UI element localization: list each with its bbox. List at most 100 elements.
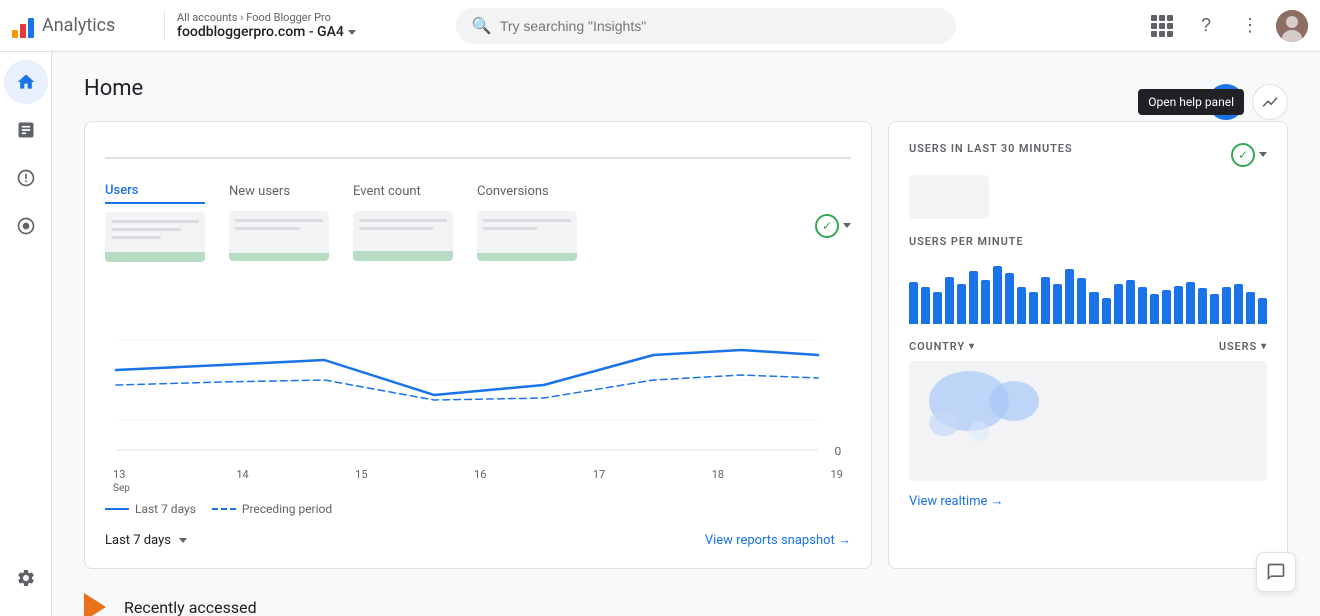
bar [1089, 292, 1098, 324]
bar [1114, 284, 1123, 324]
bar [1005, 273, 1014, 324]
country-dropdown-icon: ▾ [969, 341, 975, 352]
view-reports-link[interactable]: View reports snapshot → [705, 532, 851, 548]
metric-new-users-thumb [229, 211, 329, 261]
logo-icon [12, 14, 34, 38]
bar [993, 266, 1002, 324]
line-chart: 0 [105, 300, 851, 460]
svg-text:0: 0 [835, 445, 842, 458]
search-bar[interactable]: 🔍 [456, 8, 956, 44]
bar-chart [909, 260, 1267, 324]
bar [1065, 269, 1074, 324]
realtime-check-dropdown[interactable]: ✓ [1231, 143, 1267, 167]
realtime-card: USERS IN LAST 30 MINUTES ✓ USERS PER MIN… [888, 121, 1288, 569]
sidebar-bottom [4, 556, 48, 608]
metric-event-count[interactable]: Event count [353, 176, 477, 275]
map-blob-4 [969, 421, 989, 441]
grid-icon [1151, 15, 1173, 37]
trend-button[interactable] [1252, 84, 1288, 120]
map-blob-2 [989, 381, 1039, 421]
sidebar [0, 52, 52, 616]
sidebar-item-home[interactable] [4, 60, 48, 104]
country-label[interactable]: COUNTRY ▾ [909, 340, 975, 353]
bar [1138, 287, 1147, 324]
users-label[interactable]: USERS ▾ [1219, 340, 1267, 353]
card-footer: Last 7 days View reports snapshot → [105, 532, 851, 548]
chat-button[interactable] [1256, 552, 1296, 592]
bar [1222, 287, 1231, 324]
legend-dashed-line [212, 508, 236, 510]
main-layout: Home 💡 Open help panel [0, 52, 1320, 616]
account-name-selector[interactable]: foodbloggerpro.com - GA4 [177, 24, 356, 40]
bar [1041, 277, 1050, 324]
bar [981, 280, 990, 324]
legend-preceding-period-label: Preceding period [242, 502, 332, 516]
metric-users-thumb [105, 212, 205, 262]
recently-accessed-title: Recently accessed [84, 593, 1288, 616]
bar [1162, 290, 1171, 324]
apps-button[interactable] [1144, 8, 1180, 44]
map-blob-3 [929, 411, 959, 436]
bar [1186, 282, 1195, 324]
legend-last-7-days-label: Last 7 days [135, 502, 196, 516]
lightbulb-button[interactable]: 💡 [1208, 84, 1244, 120]
metric-conversions-label: Conversions [477, 184, 577, 203]
realtime-chevron-icon [1259, 152, 1267, 157]
page-action-buttons: 💡 Open help panel [1208, 84, 1288, 120]
realtime-check-icon: ✓ [1238, 148, 1248, 162]
chart-label-14: 14 [236, 468, 248, 494]
metric-conversions[interactable]: Conversions [477, 176, 601, 275]
more-options-button[interactable]: ⋮ [1232, 8, 1268, 44]
period-selector[interactable]: Last 7 days [105, 533, 187, 548]
view-realtime-link[interactable]: View realtime → [909, 493, 1267, 509]
period-chevron-icon [179, 538, 187, 543]
legend-preceding-period: Preceding period [212, 502, 332, 516]
bar [1174, 286, 1183, 324]
bar [1126, 280, 1135, 324]
logo-bar-3 [28, 18, 34, 38]
bar [909, 282, 918, 324]
country-users-row: COUNTRY ▾ USERS ▾ [909, 340, 1267, 353]
bar [1234, 284, 1243, 324]
main-content: Home 💡 Open help panel [52, 52, 1320, 616]
metric-new-users[interactable]: New users [229, 176, 353, 275]
logo-bar-2 [20, 24, 26, 38]
arrow-indicator-icon [84, 593, 112, 616]
map-area [909, 361, 1267, 481]
bar [933, 292, 942, 324]
sidebar-item-reports[interactable] [4, 108, 48, 152]
bar [921, 287, 930, 324]
legend-last-7-days: Last 7 days [105, 502, 196, 516]
sidebar-item-advertising[interactable] [4, 204, 48, 248]
main-chart-card: Users New users [84, 121, 872, 569]
chart-legend: Last 7 days Preceding period [105, 502, 851, 516]
chart-label-16: 16 [474, 468, 486, 494]
cards-row: Users New users [84, 121, 1288, 569]
metrics-row: Users New users [105, 175, 851, 276]
topbar: Analytics All accounts › Food Blogger Pr… [0, 0, 1320, 52]
account-info: All accounts › Food Blogger Pro foodblog… [164, 11, 356, 40]
chart-label-18: 18 [712, 468, 724, 494]
logo-bar-1 [12, 30, 18, 38]
page-title: Home [84, 76, 1288, 101]
chart-x-labels: 13Sep 14 15 16 17 18 19 [105, 468, 851, 494]
bar [957, 284, 966, 324]
realtime-section-title: USERS IN LAST 30 MINUTES [909, 142, 1072, 155]
metric-event-count-label: Event count [353, 184, 453, 203]
sidebar-item-explore[interactable] [4, 156, 48, 200]
bar [1198, 288, 1207, 324]
metric-event-count-thumb [353, 211, 453, 261]
help-button[interactable]: ? [1188, 8, 1224, 44]
recently-accessed-section: Recently accessed [84, 593, 1288, 616]
metric-users[interactable]: Users [105, 175, 229, 276]
sidebar-item-admin[interactable] [4, 556, 48, 600]
search-icon: 🔍 [472, 16, 492, 35]
realtime-check-circle: ✓ [1231, 143, 1255, 167]
search-input[interactable] [500, 18, 940, 34]
metrics-check-dropdown[interactable]: ✓ [815, 214, 851, 238]
avatar[interactable] [1276, 10, 1308, 42]
check-circle-icon: ✓ [815, 214, 839, 238]
users-dropdown-icon: ▾ [1261, 341, 1267, 352]
topbar-right: ? ⋮ [1144, 8, 1308, 44]
bar [1077, 278, 1086, 324]
